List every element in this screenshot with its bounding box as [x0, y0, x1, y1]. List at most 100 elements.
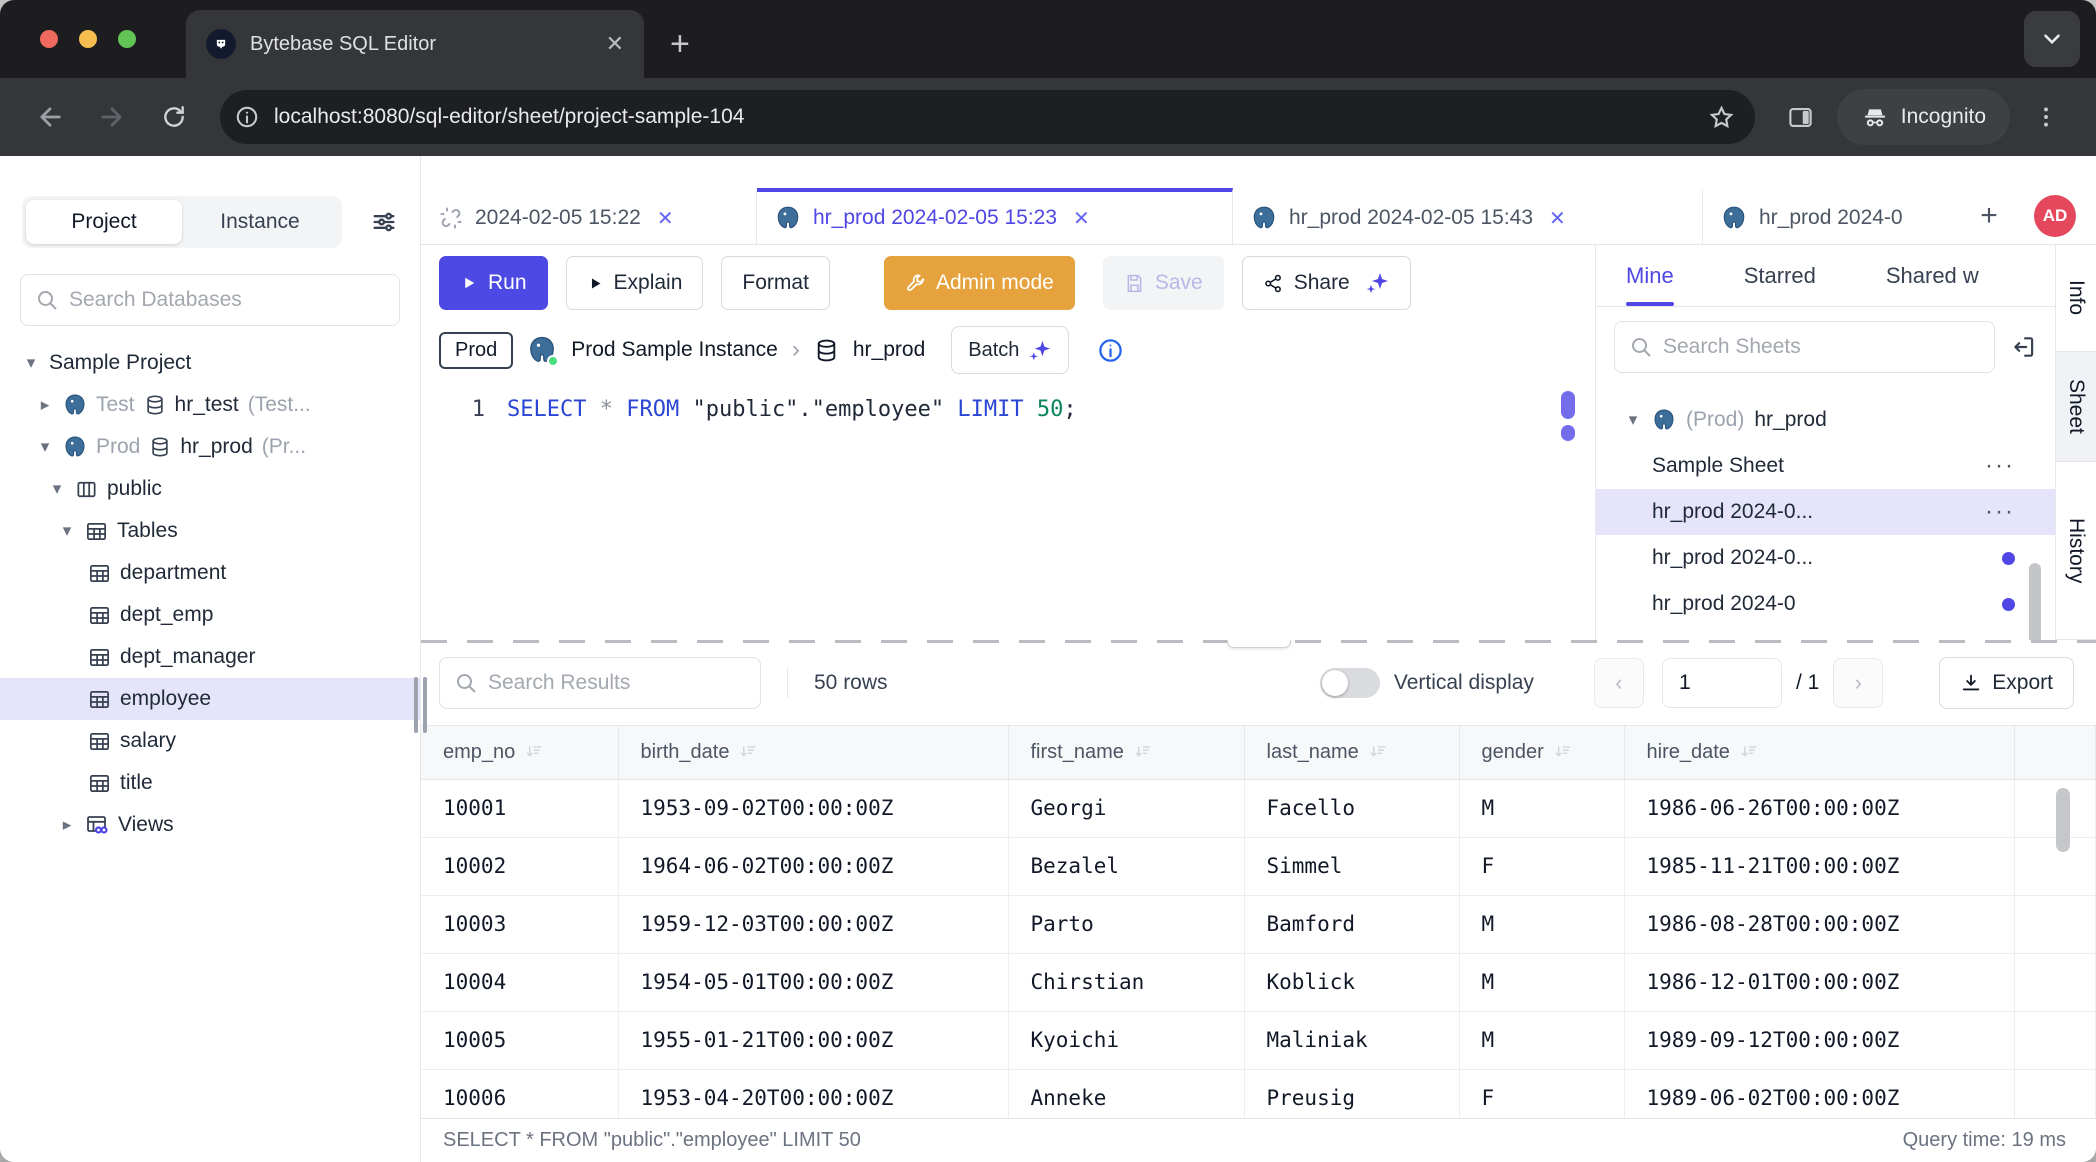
tree-node-table-title[interactable]: title [0, 762, 420, 804]
caret-right-icon[interactable]: ▸ [58, 815, 76, 835]
tree-node-table-salary[interactable]: salary [0, 720, 420, 762]
worksheet-tab-1[interactable]: 2024-02-05 15:22 ✕ [421, 188, 757, 244]
tab-search-button[interactable] [2024, 11, 2080, 67]
filter-icon[interactable] [370, 208, 398, 236]
sort-icon[interactable] [525, 743, 544, 762]
results-search-input[interactable] [488, 671, 746, 695]
close-tab-icon[interactable]: ✕ [1073, 206, 1090, 231]
caret-down-icon[interactable]: ▾ [36, 437, 54, 457]
info-icon[interactable] [1097, 337, 1124, 364]
user-avatar[interactable]: AD [2034, 195, 2076, 237]
caret-down-icon[interactable]: ▾ [1624, 410, 1642, 430]
tree-node-hr-prod[interactable]: ▾ Prod hr_prod (Pr... [0, 426, 420, 468]
reload-button[interactable] [148, 91, 200, 143]
tree-node-views-group[interactable]: ▸ Views [0, 804, 420, 846]
tab-mine[interactable]: Mine [1626, 245, 1674, 306]
caret-down-icon[interactable]: ▾ [58, 521, 76, 541]
tree-node-table-dept-manager[interactable]: dept_manager [0, 636, 420, 678]
database-search[interactable] [20, 274, 400, 326]
bookmark-star-icon[interactable] [1708, 104, 1735, 131]
tree-node-tables-group[interactable]: ▾ Tables [0, 510, 420, 552]
sort-icon[interactable] [739, 743, 758, 762]
back-button[interactable] [24, 91, 76, 143]
table-row[interactable]: 100061953-04-20T00:00:00ZAnnekePreusigF1… [421, 1069, 2096, 1118]
instance-name[interactable]: Prod Sample Instance [571, 338, 778, 362]
import-sheet-icon[interactable] [2011, 334, 2037, 360]
vertical-display-toggle[interactable] [1320, 668, 1380, 698]
admin-mode-button[interactable]: Admin mode [884, 256, 1075, 310]
table-row[interactable]: 100031959-12-03T00:00:00ZPartoBamfordM19… [421, 895, 2096, 953]
worksheet-tab-4[interactable]: hr_prod 2024-0 [1703, 188, 1961, 244]
caret-down-icon[interactable]: ▾ [48, 479, 66, 499]
table-row[interactable]: 100051955-01-21T00:00:00ZKyoichiMaliniak… [421, 1011, 2096, 1069]
address-bar[interactable]: localhost:8080/sql-editor/sheet/project-… [220, 90, 1755, 144]
ai-sparkle-icon[interactable] [1366, 271, 1390, 295]
column-header-gender[interactable]: gender [1459, 726, 1624, 779]
prev-page-button[interactable]: ‹ [1594, 658, 1644, 708]
next-page-button[interactable]: › [1833, 658, 1883, 708]
sidebar-resize-handle[interactable] [414, 650, 428, 760]
editor-scrollbar-thumb[interactable] [1561, 425, 1575, 441]
column-header-hire-date[interactable]: hire_date [1624, 726, 2014, 779]
results-search[interactable] [439, 657, 761, 709]
new-tab-button[interactable]: + [670, 25, 690, 64]
batch-button[interactable]: Batch [951, 326, 1069, 374]
sheet-item-menu-icon[interactable]: ··· [1985, 498, 2015, 526]
editor-scrollbar-thumb[interactable] [1561, 391, 1575, 419]
export-button[interactable]: Export [1939, 657, 2074, 709]
column-header-first-name[interactable]: first_name [1008, 726, 1244, 779]
tree-node-schema-public[interactable]: ▾ public [0, 468, 420, 510]
save-button[interactable]: Save [1103, 256, 1224, 310]
table-row[interactable]: 100011953-09-02T00:00:00ZGeorgiFacelloM1… [421, 779, 2096, 837]
sort-icon[interactable] [1134, 743, 1153, 762]
sort-icon[interactable] [1740, 743, 1759, 762]
new-worksheet-button[interactable]: + [1961, 188, 2017, 244]
worksheet-tab-3[interactable]: hr_prod 2024-02-05 15:43 ✕ [1233, 188, 1703, 244]
maximize-window-button[interactable] [118, 30, 136, 48]
column-header-birth-date[interactable]: birth_date [618, 726, 1008, 779]
sheet-item-menu-icon[interactable]: ··· [1985, 452, 2015, 480]
forward-button[interactable] [86, 91, 138, 143]
tab-instance[interactable]: Instance [182, 200, 338, 244]
sheet-group-hr-prod[interactable]: ▾ (Prod) hr_prod [1596, 397, 2055, 443]
minimize-window-button[interactable] [79, 30, 97, 48]
caret-down-icon[interactable]: ▾ [22, 353, 40, 373]
sheet-list-scrollbar[interactable] [2029, 563, 2041, 640]
run-button[interactable]: Run [439, 256, 548, 310]
sheet-search-input[interactable] [1663, 335, 1980, 359]
worksheet-tab-2-active[interactable]: hr_prod 2024-02-05 15:23 ✕ [757, 188, 1233, 244]
sheet-item-unsaved-2[interactable]: hr_prod 2024-0 [1596, 581, 2055, 627]
database-search-input[interactable] [69, 288, 385, 312]
page-number-input[interactable] [1662, 658, 1782, 708]
tree-node-table-dept-emp[interactable]: dept_emp [0, 594, 420, 636]
table-scrollbar[interactable] [2056, 788, 2070, 852]
close-tab-icon[interactable]: ✕ [606, 31, 624, 57]
tree-node-table-employee[interactable]: employee [0, 678, 420, 720]
tree-node-table-department[interactable]: department [0, 552, 420, 594]
column-header-emp-no[interactable]: emp_no [421, 726, 618, 779]
close-tab-icon[interactable]: ✕ [1549, 206, 1566, 231]
sheet-item-selected[interactable]: hr_prod 2024-0... ··· [1596, 489, 2055, 535]
column-header-last-name[interactable]: last_name [1244, 726, 1459, 779]
tab-sheet[interactable]: Sheet [2056, 352, 2096, 462]
tab-project[interactable]: Project [26, 200, 182, 244]
table-row[interactable]: 100041954-05-01T00:00:00ZChirstianKoblic… [421, 953, 2096, 1011]
sort-icon[interactable] [1369, 743, 1388, 762]
browser-tab[interactable]: Bytebase SQL Editor ✕ [186, 10, 644, 78]
tree-node-hr-test[interactable]: ▸ Test hr_test (Test... [0, 384, 420, 426]
sql-code-area[interactable]: 1SELECT * FROM "public"."employee" LIMIT… [421, 383, 1595, 640]
browser-menu-icon[interactable] [2020, 91, 2072, 143]
explain-button[interactable]: Explain [566, 256, 704, 310]
close-window-button[interactable] [40, 30, 58, 48]
tab-starred[interactable]: Starred [1744, 245, 1816, 306]
caret-right-icon[interactable]: ▸ [36, 395, 54, 415]
close-tab-icon[interactable]: ✕ [657, 206, 674, 231]
panel-drag-handle[interactable] [1227, 640, 1291, 648]
tab-history[interactable]: History [2056, 462, 2096, 640]
sheet-item-unsaved[interactable]: hr_prod 2024-0... [1596, 535, 2055, 581]
format-button[interactable]: Format [721, 256, 830, 310]
sort-icon[interactable] [1554, 743, 1573, 762]
tab-shared-with-me[interactable]: Shared w [1886, 245, 1979, 306]
database-name[interactable]: hr_prod [853, 338, 925, 362]
sheet-item-sample[interactable]: Sample Sheet ··· [1596, 443, 2055, 489]
